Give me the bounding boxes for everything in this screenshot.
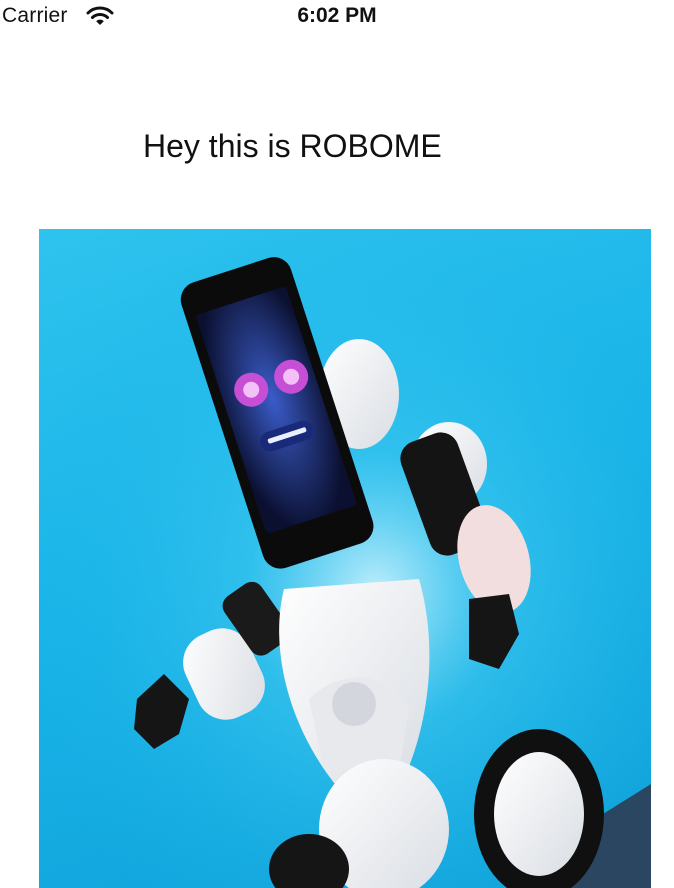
status-time: 6:02 PM: [297, 4, 377, 27]
page-title: Hey this is ROBOME: [143, 128, 442, 164]
robot-photo: [39, 229, 651, 888]
status-bar: Carrier 6:02 PM: [0, 0, 674, 34]
